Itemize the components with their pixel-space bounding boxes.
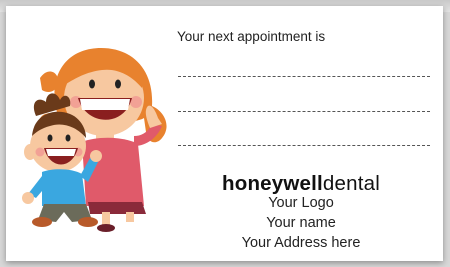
appointment-card: Your next appointment is honeywelldental…: [6, 6, 443, 261]
brand-name-bold: honeywell: [222, 172, 323, 195]
address-placeholder: Your Address here: [241, 235, 361, 251]
appointment-line-1: [178, 76, 430, 77]
brand-name: honeywelldental: [176, 172, 426, 196]
appointment-line-3: [178, 145, 430, 146]
logo-placeholder: Your Logo: [268, 195, 334, 211]
appointment-prompt: Your next appointment is: [177, 29, 326, 44]
brand-name-light: dental: [322, 172, 380, 195]
name-placeholder: Your name: [266, 215, 336, 231]
appointment-line-2: [178, 111, 430, 112]
